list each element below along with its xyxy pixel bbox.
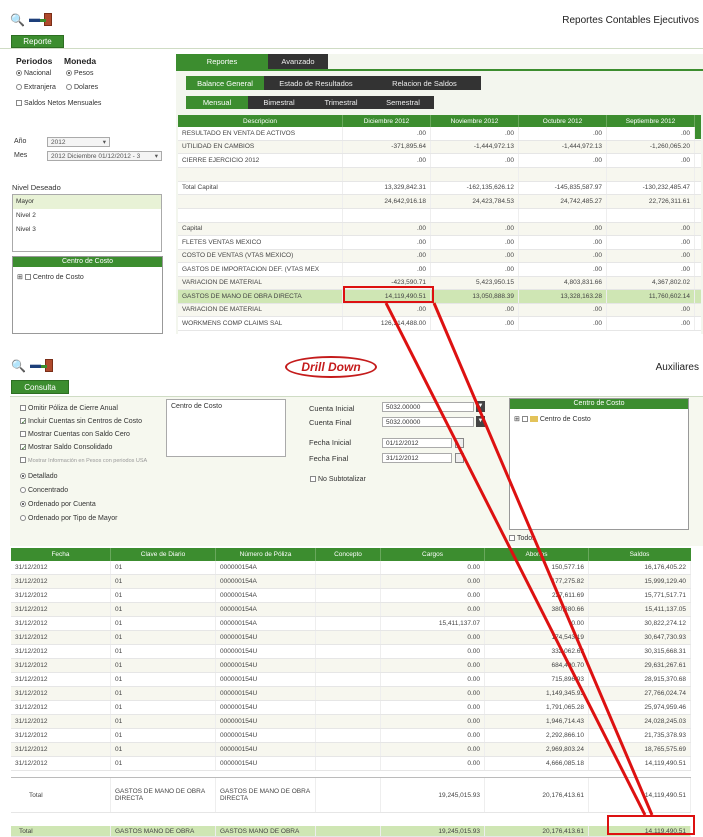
drill-arrow-line — [384, 302, 647, 816]
drill-arrow-line — [432, 302, 654, 816]
highlight-box-top — [343, 286, 434, 303]
highlight-box-bottom — [607, 815, 695, 835]
drill-down-arrow — [384, 302, 654, 816]
